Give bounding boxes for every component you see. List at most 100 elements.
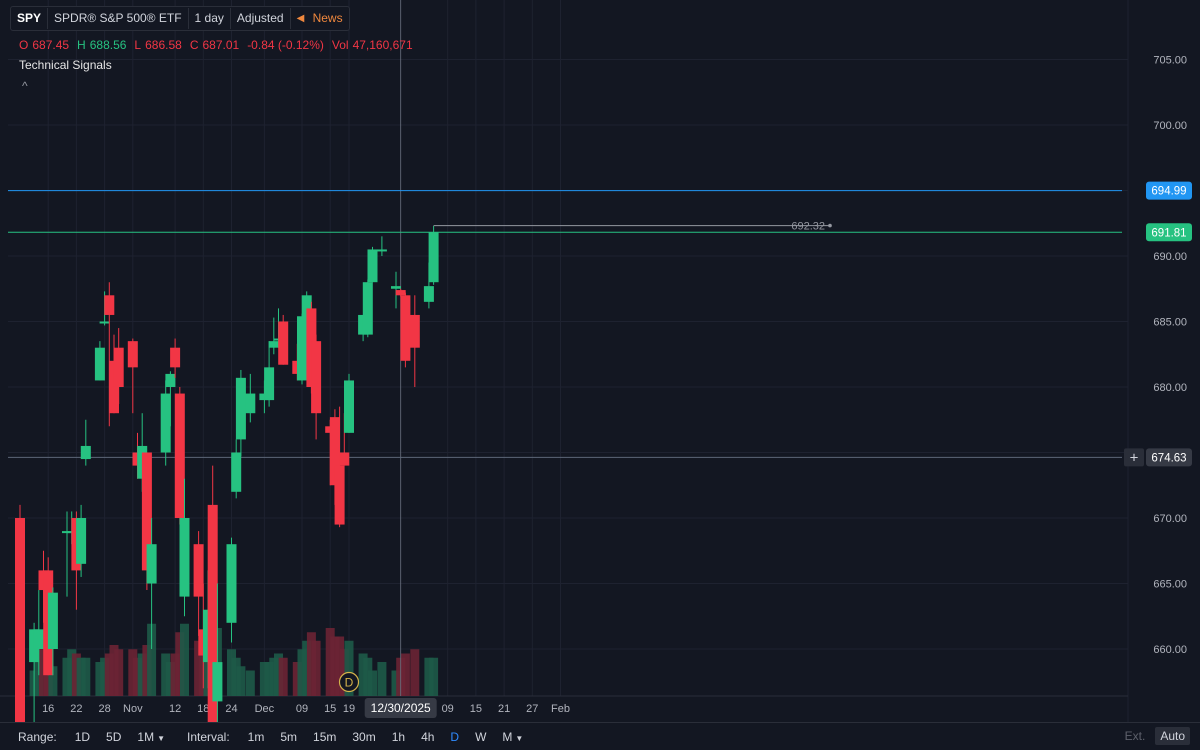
symbol-toolbar: SPY SPDR® S&P 500® ETF 1 day Adjusted ◀ … — [10, 6, 350, 31]
y-tick-label: 660.00 — [1153, 644, 1187, 656]
candle-body — [76, 518, 87, 564]
x-tick-label: 15 — [324, 703, 336, 715]
range-5d-button[interactable]: 5D — [98, 730, 129, 744]
x-tick-label: 09 — [296, 703, 308, 715]
candle-body — [264, 367, 275, 401]
interval-15m-button[interactable]: 15m — [305, 730, 344, 744]
interval-30m-button[interactable]: 30m — [344, 730, 383, 744]
plus-icon: + — [1130, 449, 1139, 466]
y-tick-label: 680.00 — [1153, 382, 1187, 394]
interval-m-button[interactable]: M ▼ — [494, 730, 531, 744]
symbol-name[interactable]: SPDR® S&P 500® ETF — [48, 8, 189, 29]
x-tick-label: 28 — [98, 703, 110, 715]
x-tick-label: 22 — [70, 703, 82, 715]
price-line-label: 674.63 — [1151, 452, 1186, 464]
auto-scale-toggle[interactable]: Auto — [1155, 727, 1190, 745]
volume-bar — [377, 662, 387, 696]
candle-body — [193, 544, 204, 597]
interval-4h-button[interactable]: 4h — [413, 730, 442, 744]
candle-body — [146, 544, 157, 584]
high-label: H — [77, 38, 86, 52]
candle-body — [80, 445, 91, 460]
range-1m-button[interactable]: 1M ▼ — [129, 730, 173, 744]
high-marker-dot — [828, 223, 832, 228]
volume-bar — [400, 653, 410, 696]
technical-signals-label[interactable]: Technical Signals — [19, 58, 112, 72]
candle-body — [104, 295, 115, 315]
news-button[interactable]: ◀ News — [291, 8, 349, 29]
interval-m-label: M — [502, 729, 513, 744]
y-tick-label: 700.00 — [1153, 120, 1187, 132]
x-tick-label: 21 — [498, 703, 510, 715]
candle-body — [160, 393, 171, 453]
candle-body — [33, 629, 44, 649]
x-tick-label: Nov — [123, 703, 143, 715]
low-value: 686.58 — [145, 38, 182, 52]
range-dropdown-icon: ▼ — [157, 733, 165, 743]
volume-bar — [81, 657, 91, 696]
symbol-ticker[interactable]: SPY — [11, 8, 49, 29]
candle-body — [395, 290, 406, 296]
dividend-marker-label: D — [345, 676, 354, 690]
volume-bar — [236, 666, 246, 696]
candle-body — [226, 544, 237, 623]
news-label: News — [312, 11, 343, 25]
range-1m-label: 1M — [137, 729, 155, 744]
candle-body — [409, 314, 420, 348]
collapse-caret-icon[interactable]: ^ — [22, 79, 28, 93]
candle-body — [15, 518, 25, 722]
change-value: -0.84 (-0.12%) — [247, 38, 324, 52]
volume-bar — [114, 649, 124, 696]
x-tick-label: 16 — [42, 703, 54, 715]
candle-body — [311, 341, 322, 414]
range-1d-button[interactable]: 1D — [67, 730, 98, 744]
candle-body — [391, 286, 401, 289]
interval-1h-button[interactable]: 1h — [384, 730, 413, 744]
low-label: L — [134, 38, 142, 52]
volume-bar — [410, 649, 420, 696]
bottom-toolbar: Range: 1D 5D 1M ▼ Interval: 1m 5m 15m 30m… — [0, 722, 1200, 750]
news-icon: ◀ — [296, 12, 305, 24]
x-tick-label: 19 — [343, 703, 355, 715]
x-tick-label: Feb — [551, 703, 570, 715]
volume-bar — [429, 657, 439, 696]
price-line-label: 694.99 — [1151, 186, 1186, 198]
candle-body — [428, 232, 439, 283]
volume-bar — [180, 623, 189, 696]
x-tick-label: 09 — [442, 703, 454, 715]
volume-bar — [311, 640, 321, 696]
close-label: C — [189, 38, 199, 52]
x-tick-label: 15 — [470, 703, 482, 715]
extended-hours-toggle[interactable]: Ext. — [1121, 727, 1150, 745]
y-tick-label: 685.00 — [1153, 317, 1187, 329]
volume-value: 47,160,671 — [352, 38, 413, 52]
interval-label-bottom: Interval: — [186, 729, 230, 744]
close-value: 687.01 — [202, 38, 240, 52]
price-line-label: 691.81 — [1151, 227, 1186, 239]
candle-body — [334, 465, 345, 525]
interval-1m-button[interactable]: 1m — [240, 730, 273, 744]
open-label: O — [19, 38, 29, 52]
x-tick-label: 27 — [526, 703, 538, 715]
interval-5m-button[interactable]: 5m — [272, 730, 305, 744]
candle-body — [245, 393, 256, 414]
adjusted-toggle[interactable]: Adjusted — [231, 8, 291, 29]
interval-label[interactable]: 1 day — [189, 8, 231, 29]
volume-bar — [368, 670, 377, 696]
interval-dropdown-icon: ▼ — [515, 733, 524, 743]
interval-d-button[interactable]: D — [442, 730, 467, 744]
candle-body — [268, 341, 279, 348]
x-tick-label: 12 — [169, 703, 181, 715]
crosshair-date-label: 12/30/2025 — [371, 701, 431, 715]
x-tick-label: Dec — [255, 703, 275, 715]
candle-body — [170, 347, 181, 368]
interval-w-button[interactable]: W — [467, 730, 494, 744]
candle-body — [362, 282, 373, 335]
high-value: 688.56 — [89, 38, 127, 52]
candle-body — [367, 249, 378, 283]
candle-body — [423, 286, 434, 302]
price-chart[interactable]: 660.00665.00670.00675.00680.00685.00690.… — [0, 0, 1200, 722]
y-tick-label: 690.00 — [1153, 251, 1187, 263]
volume-bar — [278, 657, 288, 696]
open-value: 687.45 — [32, 38, 70, 52]
